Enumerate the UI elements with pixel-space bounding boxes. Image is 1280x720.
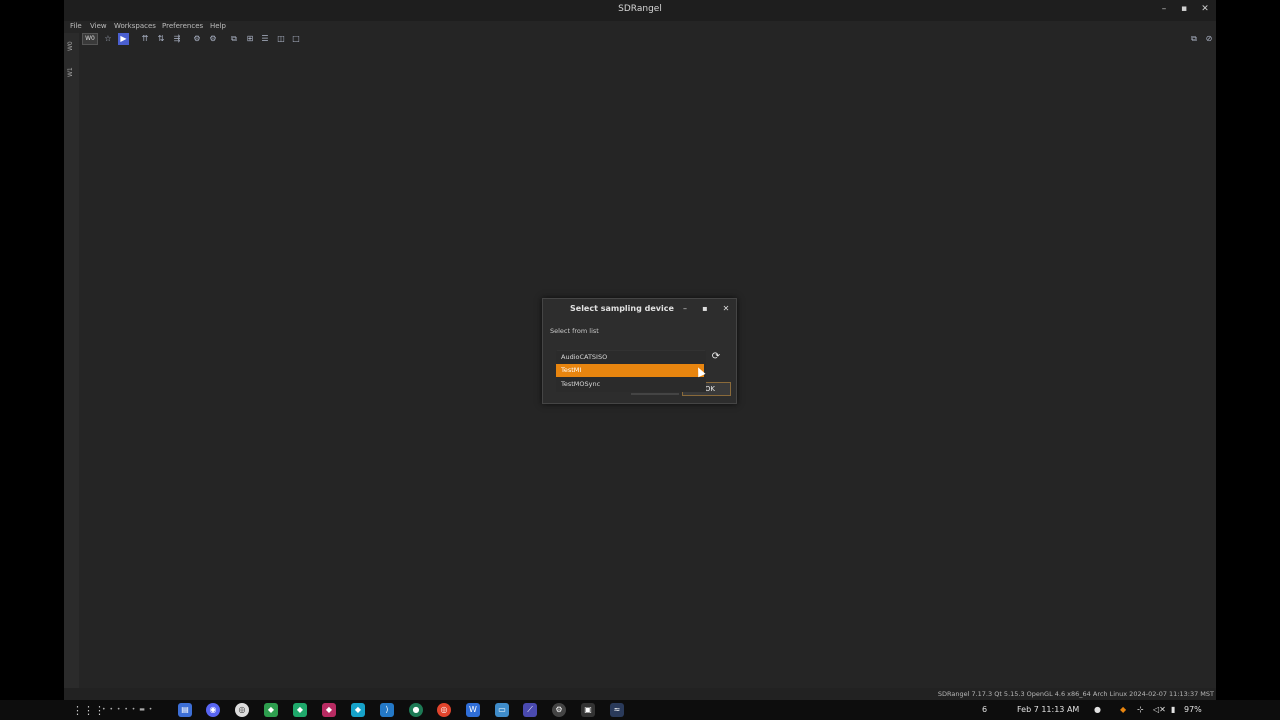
browser-app-icon[interactable]: ◎ — [235, 703, 249, 717]
feature-settings-icon[interactable]: ⚙ — [207, 33, 219, 45]
tile-windows-icon[interactable]: ⊞ — [244, 33, 256, 45]
clock[interactable]: Feb 7 11:13 AM — [1017, 705, 1079, 714]
device-dropdown-list: AudioCATSISO TestMI TestMOSync — [556, 351, 706, 392]
ide3-app-icon[interactable]: ◆ — [322, 703, 336, 717]
menu-bar: File View Workspaces Preferences Help — [64, 21, 1216, 33]
graph-app-icon[interactable]: ⟋ — [523, 703, 537, 717]
files-app-icon[interactable]: ▤ — [178, 703, 192, 717]
ide4-app-icon[interactable]: ◆ — [351, 703, 365, 717]
recording-indicator-icon: ● — [1094, 705, 1101, 714]
app-grid-icon[interactable]: ⋮⋮⋮ — [72, 704, 105, 717]
title-bar: SDRangel – ▪ ✕ — [64, 0, 1216, 21]
workspace-dots[interactable]: • • • • • ▬ • — [102, 706, 153, 713]
select-from-list-label: Select from list — [550, 327, 599, 335]
network-icon[interactable]: ⊹ — [1137, 705, 1144, 714]
option-testmosync[interactable]: TestMOSync — [556, 378, 704, 391]
app-icon[interactable]: ● — [409, 703, 423, 717]
workspace-number[interactable]: 6 — [982, 705, 987, 714]
stack-vertical-icon[interactable]: ◫ — [275, 33, 287, 45]
vscode-app-icon[interactable]: ⟩ — [380, 703, 394, 717]
menu-file[interactable]: File — [70, 22, 82, 30]
terminal-app-icon[interactable]: ▣ — [581, 703, 595, 717]
window-title: SDRangel — [618, 4, 662, 14]
menu-workspaces[interactable]: Workspaces — [114, 22, 156, 30]
dialog-maximize-button[interactable]: ▪ — [700, 304, 710, 313]
add-feature-icon[interactable]: ⚙ — [191, 33, 203, 45]
update-icon[interactable]: ◆ — [1120, 705, 1126, 714]
workspace-tab-w0[interactable]: W0 — [67, 41, 74, 51]
status-bar: SDRangel 7.17.3 Qt 5.15.3 OpenGL 4.6 x86… — [64, 688, 1216, 700]
maximize-button[interactable]: ▪ — [1178, 4, 1190, 14]
sdrangel-app-icon[interactable]: ≈ — [610, 703, 624, 717]
undock-icon[interactable]: ⧉ — [1188, 33, 1200, 45]
option-testmi[interactable]: TestMI — [556, 364, 704, 377]
workspace-selector[interactable]: W0 — [82, 33, 98, 45]
status-text: SDRangel 7.17.3 Qt 5.15.3 OpenGL 4.6 x86… — [937, 690, 1214, 698]
stack-windows-icon[interactable]: ☰ — [259, 33, 271, 45]
settings-app-icon[interactable]: ⚙ — [552, 703, 566, 717]
workspace-tab-w1[interactable]: W1 — [67, 67, 74, 77]
add-mimo-icon[interactable]: ⇶ — [171, 33, 183, 45]
volume-muted-icon[interactable]: ◁✕ — [1153, 705, 1166, 714]
dialog-title-bar: Select sampling device – ▪ ✕ — [543, 299, 736, 319]
ide2-app-icon[interactable]: ◆ — [293, 703, 307, 717]
maximize-workspace-icon[interactable]: □ — [290, 33, 302, 45]
battery-icon[interactable]: ▮ — [1171, 705, 1175, 714]
chrome-app-icon[interactable]: ◎ — [437, 703, 451, 717]
taskbar: ⋮⋮⋮ • • • • • ▬ • ▤ ◉ ◎ ◆ ◆ ◆ ◆ ⟩ ● ◎ W … — [0, 700, 1280, 720]
hide-icon[interactable]: ⊘ — [1203, 33, 1215, 45]
battery-percentage: 97% — [1184, 705, 1202, 714]
writer-app-icon[interactable]: W — [466, 703, 480, 717]
toolbar: W0 ☆ ▶ ⇈ ⇅ ⇶ ⚙ ⚙ ⧉ ⊞ ☰ ◫ □ ⧉ ⊘ — [64, 33, 1216, 46]
add-tx-icon[interactable]: ⇅ — [155, 33, 167, 45]
menu-preferences[interactable]: Preferences — [162, 22, 203, 30]
menu-help[interactable]: Help — [210, 22, 226, 30]
minimize-button[interactable]: – — [1158, 4, 1170, 14]
close-button[interactable]: ✕ — [1199, 4, 1211, 14]
cancel-button[interactable] — [631, 393, 679, 395]
dialog-title: Select sampling device — [570, 304, 674, 313]
refresh-icon[interactable]: ⟳ — [710, 351, 722, 363]
workspace-sidebar: W0 W1 — [64, 33, 79, 700]
discord-app-icon[interactable]: ◉ — [206, 703, 220, 717]
play-icon[interactable]: ▶ — [118, 33, 129, 45]
folder-app-icon[interactable]: ▭ — [495, 703, 509, 717]
cascade-windows-icon[interactable]: ⧉ — [228, 33, 240, 45]
ide-app-icon[interactable]: ◆ — [264, 703, 278, 717]
option-audiocatsiso[interactable]: AudioCATSISO — [556, 351, 704, 364]
add-rx-icon[interactable]: ⇈ — [139, 33, 151, 45]
dialog-close-button[interactable]: ✕ — [721, 304, 731, 313]
star-icon[interactable]: ☆ — [102, 33, 114, 45]
dialog-minimize-button[interactable]: – — [680, 304, 690, 313]
menu-view[interactable]: View — [90, 22, 107, 30]
